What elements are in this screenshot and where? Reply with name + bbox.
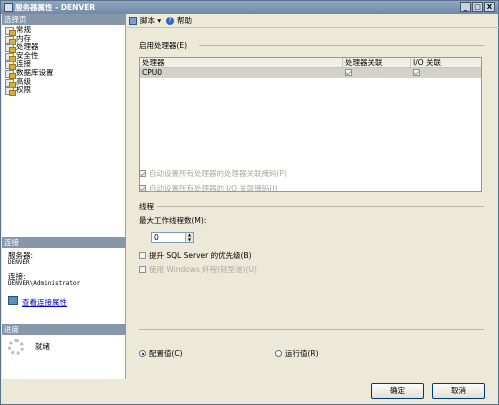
help-label: 帮助 <box>177 16 192 25</box>
close-button[interactable]: X <box>484 2 495 12</box>
page-list: 常规 内存 处理器 安全性 连接 数据库设置 高级 权限 <box>4 25 124 97</box>
title-bar[interactable]: 服务器属性 - DENVER _ □ X <box>1 1 498 14</box>
threads-group-label: 线程 <box>139 202 154 211</box>
max-worker-threads-spinner[interactable]: 0 ▲ ▼ <box>151 232 194 243</box>
dropdown-arrow-icon: ▾ <box>157 16 162 25</box>
group-divider <box>157 206 484 207</box>
group-divider <box>199 45 484 46</box>
auto-affinity-checkbox[interactable] <box>139 170 146 177</box>
max-worker-threads-value: 0 <box>154 233 159 242</box>
progress-spinner-icon <box>8 339 24 355</box>
auto-io-affinity-label: 自动设置所有处理器的 I/O 关联掩码(I) <box>149 184 278 193</box>
server-label: 服务器: <box>8 251 34 260</box>
connection-properties-icon <box>8 296 18 305</box>
server-value: DENVER <box>8 259 30 266</box>
boost-priority-label: 提升 SQL Server 的优先级(B) <box>149 251 252 260</box>
script-icon <box>129 17 137 25</box>
page-icon <box>5 78 16 88</box>
processor-name: CPU0 <box>142 68 163 77</box>
page-icon <box>5 27 16 36</box>
radio-selected-icon <box>139 350 146 357</box>
page-item-label: 权限 <box>16 85 31 95</box>
select-page-header: 选择页 <box>2 14 126 25</box>
grid-header-processor[interactable]: 处理器 <box>140 58 343 68</box>
connection-header: 连接 <box>2 237 126 248</box>
help-button[interactable]: ? 帮助 <box>166 16 192 26</box>
minimize-button[interactable]: _ <box>460 2 471 12</box>
divider <box>139 329 484 330</box>
view-connection-properties-label: 查看连接属性 <box>22 298 67 307</box>
view-connection-properties-link[interactable]: 查看连接属性 <box>8 296 67 308</box>
enable-processors-group-label: 启用处理器(E) <box>139 41 188 50</box>
running-values-radio[interactable]: 运行值(R) <box>275 349 319 358</box>
configured-values-radio[interactable]: 配置值(C) <box>139 349 183 358</box>
use-fibers-option[interactable]: 使用 Windows 纤程(轻型池)(U) <box>139 265 257 274</box>
spin-down-icon[interactable]: ▼ <box>185 237 193 242</box>
server-properties-window: 服务器属性 - DENVER _ □ X 选择页 常规 内存 处理器 安全性 连… <box>0 0 499 405</box>
help-icon: ? <box>166 17 174 25</box>
page-icon <box>5 69 16 79</box>
use-fibers-checkbox[interactable] <box>139 266 146 273</box>
toolbar: 脚本 ▾ ? 帮助 <box>127 14 499 28</box>
processor-affinity-checkbox[interactable] <box>345 69 352 76</box>
auto-affinity-label: 自动设置所有处理器的处理器关联掩码(P) <box>149 169 287 178</box>
radio-unselected-icon <box>275 350 282 357</box>
use-fibers-label: 使用 Windows 纤程(轻型池)(U) <box>149 265 257 274</box>
page-icon <box>5 52 16 62</box>
io-affinity-checkbox[interactable] <box>413 69 420 76</box>
server-icon <box>4 3 13 12</box>
configured-values-label: 配置值(C) <box>149 349 183 358</box>
left-pane: 选择页 常规 内存 处理器 安全性 连接 数据库设置 高级 权限 连接 服务器:… <box>2 14 126 379</box>
connection-value: DENVER\Administrator <box>8 280 81 287</box>
auto-io-affinity-checkbox[interactable] <box>139 185 146 192</box>
auto-io-affinity-option[interactable]: 自动设置所有处理器的 I/O 关联掩码(I) <box>139 184 277 193</box>
progress-status: 就绪 <box>35 342 50 351</box>
connection-label: 连接: <box>8 272 26 281</box>
boost-priority-checkbox[interactable] <box>139 252 146 259</box>
grid-header-io-affinity[interactable]: I/O 关联 <box>411 58 481 68</box>
page-item-permissions[interactable]: 权限 <box>4 85 124 97</box>
progress-header: 进度 <box>2 324 126 335</box>
ok-button[interactable]: 确定 <box>371 383 424 399</box>
connection-info: 服务器: DENVER 连接: DENVER\Administrator <box>2 252 126 287</box>
boost-priority-option[interactable]: 提升 SQL Server 的优先级(B) <box>139 251 252 260</box>
table-row[interactable]: CPU0 <box>140 68 481 78</box>
max-worker-threads-label: 最大工作线程数(M): <box>139 216 207 225</box>
page-icon <box>5 35 16 45</box>
maximize-button[interactable]: □ <box>472 2 483 12</box>
cancel-button[interactable]: 取消 <box>432 383 485 399</box>
script-button[interactable]: 脚本 ▾ <box>129 16 161 26</box>
dialog-footer: 确定 取消 <box>127 379 499 405</box>
auto-affinity-option[interactable]: 自动设置所有处理器的处理器关联掩码(P) <box>139 169 287 178</box>
page-icon <box>5 61 16 71</box>
page-icon <box>5 87 16 97</box>
page-icon <box>5 44 16 54</box>
grid-header-affinity[interactable]: 处理器关联 <box>343 58 411 68</box>
script-label: 脚本 <box>140 16 155 25</box>
running-values-label: 运行值(R) <box>285 349 319 358</box>
window-title: 服务器属性 - DENVER <box>15 3 96 12</box>
